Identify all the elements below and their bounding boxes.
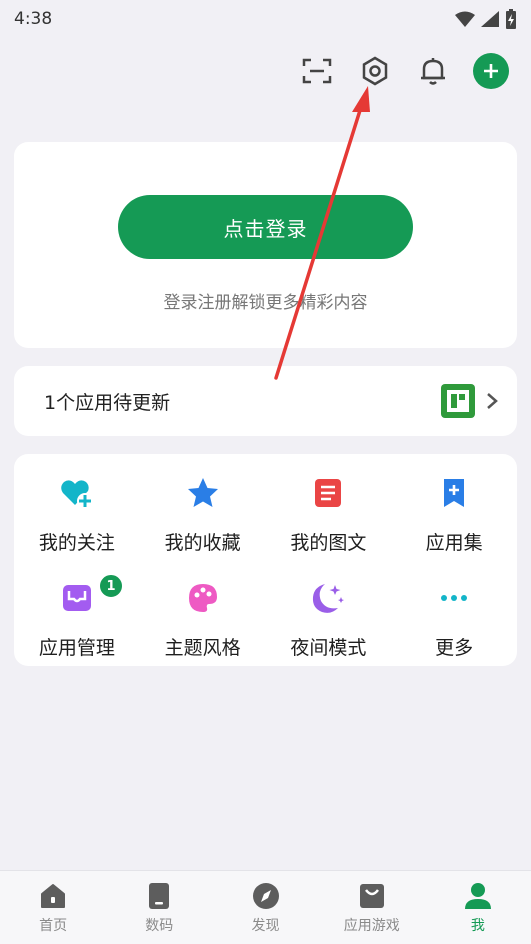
chevron-right-icon xyxy=(487,393,498,409)
nav-item-discover[interactable]: 发现 xyxy=(212,871,318,944)
compass-icon xyxy=(251,881,281,911)
nav-label: 发现 xyxy=(251,918,280,934)
nav-item-me[interactable]: 我 xyxy=(425,871,531,944)
nav-item-home[interactable]: 首页 xyxy=(0,871,106,944)
notification-bell-icon[interactable] xyxy=(415,53,451,89)
nav-label: 数码 xyxy=(145,918,174,934)
login-hint: 登录注册解锁更多精彩内容 xyxy=(163,293,368,313)
grid-item-app-management[interactable]: 1 应用管理 xyxy=(14,573,140,678)
scan-icon[interactable] xyxy=(299,53,335,89)
nav-item-apps-games[interactable]: 应用游戏 xyxy=(319,871,425,944)
status-icons xyxy=(455,9,517,29)
app-store-icon xyxy=(357,881,387,911)
app-thumbnail-icon xyxy=(441,384,475,418)
battery-charging-icon xyxy=(506,9,516,29)
wifi-icon xyxy=(455,11,475,27)
bookmark-plus-icon xyxy=(437,476,471,510)
feature-grid: 我的关注 我的收藏 我的图文 应用集 1 应用管理 主题风格 夜间模式 更多 xyxy=(14,468,517,678)
plus-icon xyxy=(484,64,498,78)
grid-item-label: 更多 xyxy=(435,637,474,659)
home-icon xyxy=(38,881,68,911)
login-card: 点击登录 登录注册解锁更多精彩内容 xyxy=(14,142,517,348)
star-icon xyxy=(186,476,220,510)
grid-item-theme[interactable]: 主题风格 xyxy=(140,573,266,678)
app-update-text: 1个应用待更新 xyxy=(44,391,171,414)
person-icon xyxy=(463,881,493,911)
nav-item-digital[interactable]: 数码 xyxy=(106,871,212,944)
grid-item-app-collections[interactable]: 应用集 xyxy=(391,468,517,573)
grid-item-label: 夜间模式 xyxy=(290,637,367,659)
grid-item-label: 我的关注 xyxy=(38,532,115,554)
grid-item-more[interactable]: 更多 xyxy=(391,573,517,678)
heart-plus-icon xyxy=(60,476,94,510)
grid-item-label: 我的收藏 xyxy=(164,532,241,554)
palette-icon xyxy=(186,581,220,615)
nav-label: 首页 xyxy=(39,918,68,934)
grid-item-night-mode[interactable]: 夜间模式 xyxy=(266,573,392,678)
status-time: 4:38 xyxy=(14,9,53,29)
feature-grid-card: 我的关注 我的收藏 我的图文 应用集 1 应用管理 主题风格 夜间模式 更多 xyxy=(14,454,517,666)
document-icon xyxy=(311,476,345,510)
login-button[interactable]: 点击登录 xyxy=(118,195,413,259)
grid-item-follows[interactable]: 我的关注 xyxy=(14,468,140,573)
grid-item-posts[interactable]: 我的图文 xyxy=(266,468,392,573)
grid-item-label: 我的图文 xyxy=(290,532,367,554)
nav-label: 我 xyxy=(470,918,485,934)
notification-badge: 1 xyxy=(98,573,124,599)
app-update-row[interactable]: 1个应用待更新 xyxy=(14,366,517,436)
moon-stars-icon xyxy=(311,581,345,615)
grid-item-favorites[interactable]: 我的收藏 xyxy=(140,468,266,573)
grid-item-label: 应用集 xyxy=(425,532,483,554)
add-button[interactable] xyxy=(473,53,509,89)
more-dots-icon xyxy=(437,581,471,615)
grid-item-label: 应用管理 xyxy=(38,637,115,659)
phone-icon xyxy=(144,881,174,911)
settings-icon[interactable] xyxy=(357,53,393,89)
grid-item-label: 主题风格 xyxy=(164,637,241,659)
bottom-navigation: 首页 数码 发现 应用游戏 我 xyxy=(0,870,531,944)
inbox-icon xyxy=(60,581,94,615)
cellular-signal-icon xyxy=(481,11,499,27)
top-actions xyxy=(299,50,509,92)
status-bar: 4:38 xyxy=(0,0,531,38)
nav-label: 应用游戏 xyxy=(343,918,400,934)
